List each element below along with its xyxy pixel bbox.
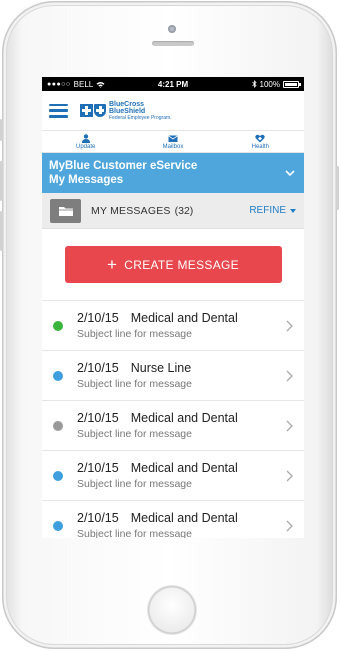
plus-icon: + (107, 254, 118, 274)
signal-dots-icon: ●●●○○ (47, 80, 71, 88)
tab-update-label: Update (75, 143, 96, 150)
create-message-section: + CREATE MESSAGE (42, 229, 304, 301)
blue-shield-icon (94, 104, 106, 117)
status-dot-icon (53, 370, 63, 381)
message-date: 2/10/15 (77, 311, 119, 325)
battery-icon (283, 80, 301, 88)
banner-subtitle: My Messages (49, 174, 124, 186)
refine-button[interactable]: REFINE (249, 205, 296, 216)
create-message-button[interactable]: + CREATE MESSAGE (64, 246, 282, 283)
refine-label: REFINE (249, 205, 286, 216)
chevron-right-icon (286, 420, 293, 431)
message-title: Medical and Dental (130, 461, 238, 475)
chevron-right-icon (286, 370, 293, 381)
caret-down-icon (290, 208, 296, 213)
message-date: 2/10/15 (77, 361, 119, 375)
message-title: Nurse Line (130, 361, 192, 375)
tab-health-label: Health (251, 143, 269, 150)
status-dot-icon (53, 420, 63, 431)
volume-down-button (0, 211, 3, 251)
tab-update[interactable]: Update (42, 131, 129, 152)
chevron-right-icon (286, 520, 293, 531)
tab-mailbox[interactable]: Mailbox (129, 131, 216, 152)
battery-percent: 100% (259, 79, 280, 89)
messages-title: MY MESSAGES (91, 204, 171, 217)
phone-screen: ●●●○○ BELL 4:21 PM 100% BlueCross BlueSh… (42, 77, 304, 538)
message-subject: Subject line for message (77, 528, 192, 538)
carrier-name: BELL (73, 79, 94, 89)
logo-text-blueshield: BlueShield (109, 107, 146, 115)
message-subject: Subject line for message (77, 428, 192, 440)
app-header: BlueCross BlueShield Federal Employee Pr… (42, 91, 304, 131)
status-dot-icon (53, 470, 63, 481)
blue-cross-icon (80, 104, 93, 117)
message-row[interactable]: 2/10/15 Medical and Dental Subject line … (42, 451, 304, 501)
mute-switch (0, 119, 3, 141)
message-subject: Subject line for message (77, 378, 192, 390)
hamburger-menu-icon[interactable] (49, 103, 68, 118)
message-subject: Subject line for message (77, 328, 192, 340)
message-title: Medical and Dental (130, 511, 238, 525)
status-bar: ●●●○○ BELL 4:21 PM 100% (42, 77, 304, 91)
status-dot-icon (53, 520, 63, 531)
heart-icon (255, 134, 266, 142)
chevron-right-icon (286, 470, 293, 481)
status-dot-icon (53, 320, 63, 331)
bcbs-logo: BlueCross BlueShield Federal Employee Pr… (80, 101, 172, 121)
message-row[interactable]: 2/10/15 Medical and Dental Subject line … (42, 501, 304, 538)
volume-up-button (0, 161, 3, 201)
tab-mailbox-label: Mailbox (162, 143, 184, 150)
front-camera (168, 25, 176, 33)
message-subject: Subject line for message (77, 478, 192, 490)
bluetooth-icon (251, 80, 257, 88)
message-row[interactable]: 2/10/15 Medical and Dental Subject line … (42, 301, 304, 351)
message-row[interactable]: 2/10/15 Nurse Line Subject line for mess… (42, 351, 304, 401)
create-message-label: CREATE MESSAGE (124, 257, 239, 272)
banner-title: MyBlue Customer eService (49, 160, 198, 172)
logo-text-fep: Federal Employee Program. (109, 114, 172, 121)
earpiece-speaker (152, 41, 194, 46)
chevron-right-icon (286, 320, 293, 331)
tab-bar: Update Mailbox Health (42, 131, 304, 153)
wifi-icon (96, 81, 105, 88)
message-date: 2/10/15 (77, 511, 119, 525)
messages-header: MY MESSAGES (32) REFINE (42, 193, 304, 229)
power-button (336, 166, 339, 210)
message-list: 2/10/15 Medical and Dental Subject line … (42, 301, 304, 538)
chevron-down-icon[interactable] (283, 166, 297, 180)
messages-count: (32) (174, 204, 194, 217)
home-button[interactable] (148, 586, 196, 634)
tab-health[interactable]: Health (217, 131, 304, 152)
mail-icon (168, 134, 178, 142)
person-icon (81, 133, 90, 143)
logo-text-bluecross: BlueCross (109, 100, 145, 108)
folder-icon[interactable] (50, 198, 81, 223)
message-date: 2/10/15 (77, 411, 119, 425)
message-date: 2/10/15 (77, 461, 119, 475)
section-banner[interactable]: MyBlue Customer eService My Messages (42, 153, 304, 193)
message-title: Medical and Dental (130, 311, 238, 325)
message-title: Medical and Dental (130, 411, 238, 425)
message-row[interactable]: 2/10/15 Medical and Dental Subject line … (42, 401, 304, 451)
